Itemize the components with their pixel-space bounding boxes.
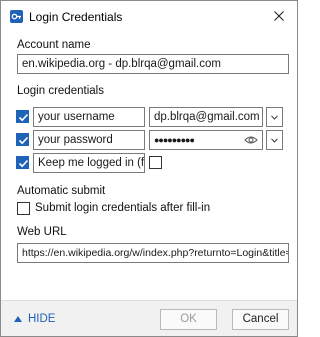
- username-field-name[interactable]: your username: [33, 107, 145, 127]
- automatic-submit-label: Automatic submit: [17, 185, 106, 197]
- username-dropdown-button[interactable]: [266, 107, 283, 127]
- close-icon: [274, 11, 284, 21]
- triangle-up-icon: [14, 316, 22, 322]
- web-url-value: https://en.wikipedia.org/w/index.php?ret…: [22, 247, 289, 259]
- password-dropdown-button[interactable]: [266, 130, 283, 150]
- cancel-button[interactable]: Cancel: [232, 309, 289, 330]
- ok-button[interactable]: OK: [160, 309, 217, 330]
- login-credentials-dialog: Login Credentials Account name en.wikipe…: [0, 0, 298, 337]
- account-name-value: en.wikipedia.org - dp.blrqa@gmail.com: [22, 58, 221, 70]
- checkmark-icon: [18, 113, 29, 122]
- keep-logged-in-field-name[interactable]: Keep me logged in (for u: [33, 153, 145, 173]
- eye-icon[interactable]: [244, 134, 258, 146]
- keep-logged-in-field-name-value: Keep me logged in (for u: [38, 157, 145, 169]
- account-name-field[interactable]: en.wikipedia.org - dp.blrqa@gmail.com: [17, 54, 289, 74]
- window-title: Login Credentials: [29, 10, 123, 24]
- password-field-name[interactable]: your password: [33, 130, 145, 150]
- dialog-footer: HIDE OK Cancel: [1, 300, 297, 336]
- username-value-field[interactable]: dp.blrqa@gmail.com: [149, 107, 263, 127]
- auto-submit-checkbox-label[interactable]: Submit login credentials after fill-in: [35, 202, 210, 214]
- password-enable-checkbox[interactable]: [16, 133, 29, 146]
- hide-toggle[interactable]: HIDE: [14, 313, 55, 325]
- username-value: dp.blrqa@gmail.com: [154, 111, 260, 123]
- web-url-field[interactable]: https://en.wikipedia.org/w/index.php?ret…: [17, 243, 289, 263]
- password-field-name-value: your password: [38, 134, 113, 146]
- password-value: ●●●●●●●●●: [154, 135, 195, 145]
- username-enable-checkbox[interactable]: [16, 110, 29, 123]
- web-url-label: Web URL: [17, 226, 67, 238]
- keep-logged-in-enable-checkbox[interactable]: [16, 156, 29, 169]
- checkmark-icon: [18, 136, 29, 145]
- username-field-name-value: your username: [38, 111, 115, 123]
- chevron-down-icon: [271, 114, 278, 120]
- checkmark-icon: [18, 159, 29, 168]
- auto-submit-checkbox[interactable]: [17, 202, 30, 215]
- password-value-field[interactable]: ●●●●●●●●●: [149, 130, 263, 150]
- dialog-content: Account name en.wikipedia.org - dp.blrqa…: [7, 32, 292, 300]
- account-name-label: Account name: [17, 39, 91, 51]
- chevron-down-icon: [271, 137, 278, 143]
- title-bar: Login Credentials: [1, 1, 297, 32]
- keep-logged-in-value-checkbox[interactable]: [149, 156, 162, 169]
- login-credentials-label: Login credentials: [17, 85, 104, 97]
- close-button[interactable]: [267, 5, 291, 27]
- app-icon: [10, 10, 23, 23]
- hide-label: HIDE: [28, 313, 56, 325]
